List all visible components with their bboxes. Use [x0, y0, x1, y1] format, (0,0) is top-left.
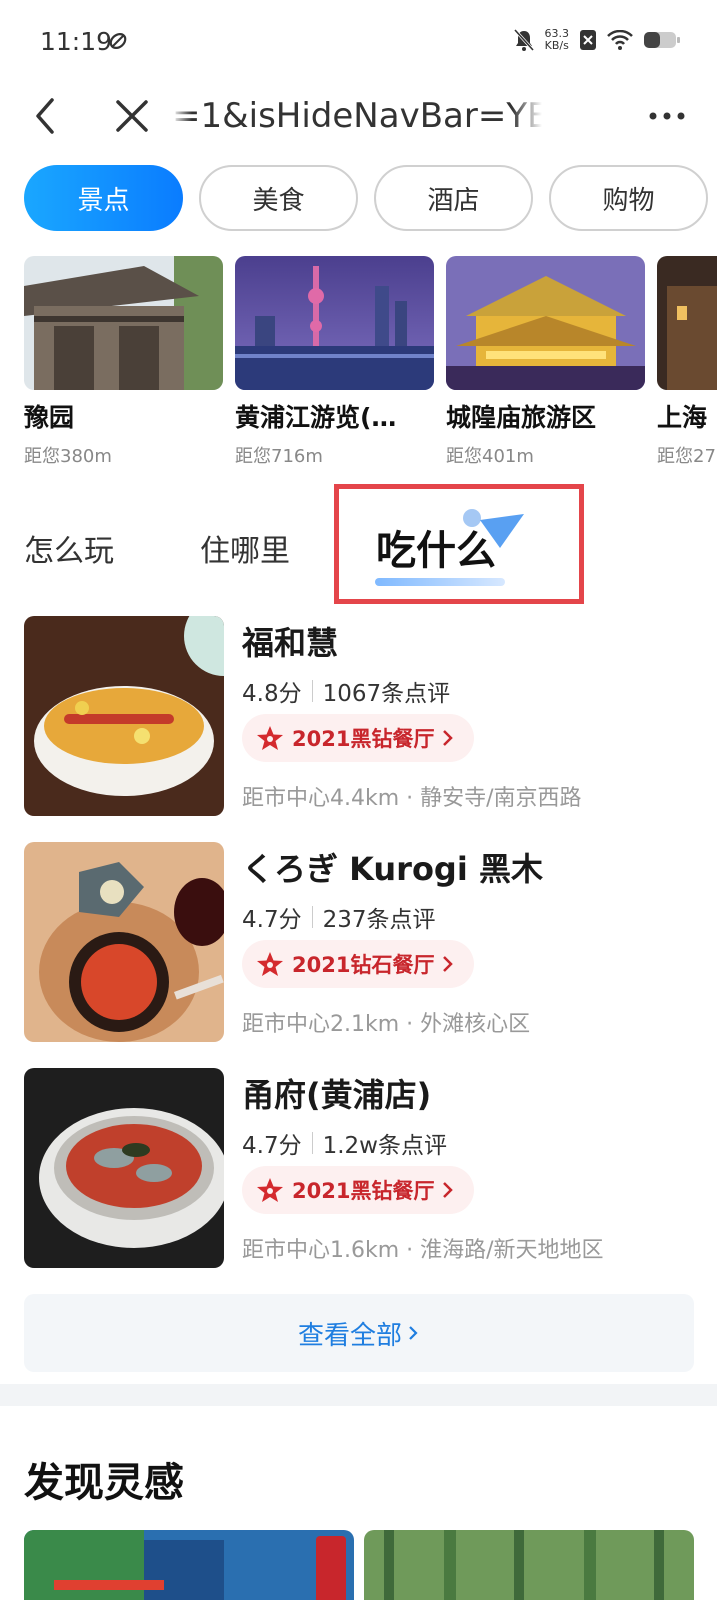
inspiration-card[interactable] [364, 1530, 694, 1600]
restaurant-rating: 4.7分 1.2w条点评 [242, 1126, 447, 1160]
inspiration-card[interactable] [24, 1530, 354, 1600]
restaurant-name: 甬府(黄浦店) [242, 1076, 432, 1114]
chip-hotel[interactable]: 酒店 [374, 165, 533, 231]
attraction-name: 豫园 [24, 403, 75, 432]
award-label: 2021黑钻餐厅 [292, 1179, 435, 1203]
rating-score: 4.8分 [242, 681, 302, 707]
attraction-card[interactable]: 豫园 距您380m [24, 256, 223, 466]
star-award-icon [257, 952, 283, 976]
attraction-card[interactable]: 上海 距您27 [657, 256, 717, 466]
back-arrow-icon[interactable] [28, 94, 68, 138]
attraction-distance: 距您380m [24, 446, 112, 466]
review-count: 1.2w条点评 [322, 1133, 447, 1159]
review-count: 237条点评 [322, 907, 436, 933]
separator [311, 906, 313, 928]
category-chips: 景点 美食 酒店 购物 [24, 165, 708, 231]
attraction-list: 豫园 距您380m 黄浦江游览(… 距您716m 城隍庙旅游区 距您401m 上… [24, 256, 717, 466]
attraction-card[interactable]: 黄浦江游览(… 距您716m [235, 256, 434, 466]
url-fade-left [172, 94, 192, 138]
app-leaf-icon [109, 33, 127, 49]
award-label: 2021黑钻餐厅 [292, 727, 435, 751]
shanghai-photo [657, 256, 717, 390]
attraction-distance: 距您27 [657, 446, 716, 466]
restaurant-photo [24, 842, 224, 1042]
chevron-right-icon [409, 1326, 418, 1340]
award-badge[interactable]: 2021黑钻餐厅 [242, 1166, 475, 1214]
mute-bell-icon [513, 28, 534, 52]
separator [311, 680, 313, 702]
chevron-right-icon [443, 730, 454, 746]
restaurant-photo [24, 616, 224, 816]
view-all-button[interactable]: 查看全部 [24, 1294, 694, 1372]
separator [311, 1132, 313, 1154]
review-count: 1067条点评 [322, 681, 451, 707]
highlight-box [334, 484, 584, 604]
url-text[interactable]: =1&isHideNavBar=YES& [172, 94, 542, 138]
award-badge[interactable]: 2021黑钻餐厅 [242, 714, 475, 762]
section-divider [0, 1384, 717, 1406]
url-fade-right [512, 94, 542, 138]
restaurant-location: 距市中心2.1km · 外滩核心区 [242, 1012, 531, 1037]
restaurant-rating: 4.8分 1067条点评 [242, 674, 450, 708]
speed-unit: KB/s [544, 39, 569, 52]
restaurant-name: 福和慧 [242, 624, 339, 662]
huangpu-river-photo [235, 256, 434, 390]
award-label: 2021钻石餐厅 [292, 953, 435, 977]
chenghuang-temple-photo [446, 256, 645, 390]
battery-icon [644, 32, 680, 48]
attraction-name: 上海 [657, 403, 708, 432]
inspiration-title: 发现灵感 [24, 1460, 184, 1506]
chip-food[interactable]: 美食 [199, 165, 358, 231]
award-badge[interactable]: 2021钻石餐厅 [242, 940, 475, 988]
restaurant-photo [24, 1068, 224, 1268]
attraction-distance: 距您716m [235, 446, 323, 466]
rating-score: 4.7分 [242, 1133, 302, 1159]
status-bar: 11:19 63.3 KB/s [0, 0, 717, 84]
star-award-icon [257, 726, 283, 750]
attraction-distance: 距您401m [446, 446, 534, 466]
restaurant-location: 距市中心1.6km · 淮海路/新天地地区 [242, 1238, 604, 1263]
wifi-icon [607, 30, 633, 50]
restaurant-item[interactable]: くろぎ Kurogi 黑木 4.7分 237条点评 2021钻石餐厅 距市中心2… [24, 842, 694, 1042]
rating-score: 4.7分 [242, 907, 302, 933]
sim-x-icon [580, 30, 596, 50]
view-all-label: 查看全部 [297, 1320, 402, 1351]
network-speed: 63.3 KB/s [545, 28, 570, 52]
chevron-right-icon [443, 956, 454, 972]
more-icon[interactable] [645, 98, 689, 134]
chip-shopping[interactable]: 购物 [549, 165, 708, 231]
nav-bar: =1&isHideNavBar=YES& [0, 84, 717, 148]
star-award-icon [257, 1178, 283, 1202]
status-icons: 63.3 KB/s [513, 28, 682, 52]
attraction-card[interactable]: 城隍庙旅游区 距您401m [446, 256, 645, 466]
chevron-right-icon [443, 1182, 454, 1198]
restaurant-item[interactable]: 福和慧 4.8分 1067条点评 2021黑钻餐厅 距市中心4.4km · 静安… [24, 616, 694, 816]
attraction-name: 黄浦江游览(… [235, 403, 397, 432]
tab-how-to-play[interactable]: 怎么玩 [24, 526, 114, 570]
close-icon[interactable] [112, 96, 152, 136]
chip-attractions[interactable]: 景点 [24, 165, 183, 231]
restaurant-rating: 4.7分 237条点评 [242, 900, 435, 934]
restaurant-name: くろぎ Kurogi 黑木 [242, 850, 543, 888]
attraction-name: 城隍庙旅游区 [446, 403, 597, 432]
status-time: 11:19 [40, 27, 113, 56]
restaurant-location: 距市中心4.4km · 静安寺/南京西路 [242, 786, 582, 811]
tab-where-to-stay[interactable]: 住哪里 [200, 526, 290, 570]
yuyuan-photo [24, 256, 223, 390]
restaurant-item[interactable]: 甬府(黄浦店) 4.7分 1.2w条点评 2021黑钻餐厅 距市中心1.6km … [24, 1068, 694, 1268]
